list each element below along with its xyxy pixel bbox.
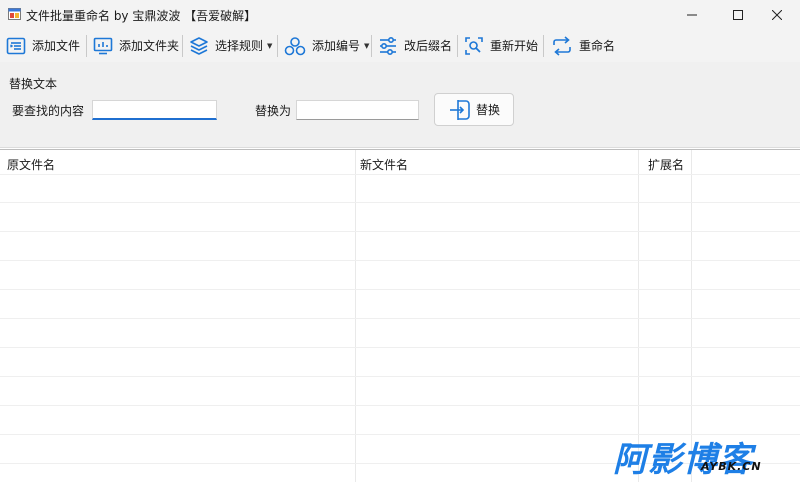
add-file-icon (6, 37, 26, 54)
column-original-name[interactable]: 原文件名 (7, 156, 55, 173)
row-divider (0, 318, 800, 319)
row-divider (0, 174, 800, 175)
maximize-icon (733, 9, 743, 20)
replace-button-label: 替换 (475, 103, 500, 117)
toolbar-separator (457, 35, 458, 57)
close-icon (772, 9, 782, 20)
column-extension[interactable]: 扩展名 (648, 156, 684, 173)
toolbar-separator (86, 35, 87, 57)
app-icon (8, 8, 21, 20)
rename-label: 重命名 (579, 39, 616, 53)
circles-icon (284, 36, 306, 55)
add-folder-button[interactable]: 添加文件夹 (93, 31, 179, 60)
row-divider (0, 347, 800, 348)
toolbar: 添加文件 添加文件夹 选择规则 ▼ 添加编号 ▼ 改后缀名 重新开始 重命名 (0, 29, 800, 62)
replace-button[interactable]: 替换 (434, 93, 514, 126)
watermark: 阿影博客 AYBK.CN (605, 432, 795, 480)
replace-text-panel: 替换文本 要查找的内容 替换为 替换 (0, 62, 800, 148)
add-number-dropdown[interactable]: 添加编号 ▼ (284, 31, 369, 60)
restart-label: 重新开始 (490, 39, 539, 53)
change-extension-button[interactable]: 改后缀名 (378, 31, 452, 60)
row-divider (0, 376, 800, 377)
toolbar-separator (371, 35, 372, 57)
toolbar-separator (543, 35, 544, 57)
minimize-button[interactable] (669, 0, 715, 29)
minimize-icon (687, 14, 697, 15)
select-rule-label: 选择规则 (215, 39, 264, 53)
toolbar-separator (182, 35, 183, 57)
title-bar: 文件批量重命名 by 宝鼎波波 【吾爱破解】 (0, 0, 800, 29)
rename-button[interactable]: 重命名 (551, 31, 615, 60)
sliders-icon (380, 36, 396, 55)
scan-search-icon (465, 36, 483, 55)
toolbar-separator (277, 35, 278, 57)
replace-label: 替换为 (255, 104, 292, 118)
restart-button[interactable]: 重新开始 (464, 31, 538, 60)
row-divider (0, 202, 800, 203)
replace-icon (449, 99, 470, 120)
row-divider (0, 260, 800, 261)
swap-arrows-icon (553, 35, 571, 56)
layers-icon (190, 36, 208, 55)
table-header: 原文件名 新文件名 扩展名 (0, 150, 800, 174)
watermark-domain: AYBK.CN (701, 460, 762, 473)
column-divider (355, 150, 356, 482)
select-rule-dropdown[interactable]: 选择规则 ▼ (189, 31, 272, 60)
chevron-down-icon: ▼ (267, 41, 273, 50)
row-divider (0, 405, 800, 406)
column-new-name[interactable]: 新文件名 (360, 156, 408, 173)
row-divider (0, 289, 800, 290)
find-label: 要查找的内容 (12, 104, 85, 118)
chart-folder-icon (93, 37, 113, 54)
change-extension-label: 改后缀名 (404, 39, 453, 53)
add-file-button[interactable]: 添加文件 (6, 31, 80, 60)
replace-input[interactable] (296, 100, 419, 120)
close-button[interactable] (754, 0, 800, 29)
group-title: 替换文本 (9, 77, 58, 91)
row-divider (0, 231, 800, 232)
add-number-label: 添加编号 (312, 39, 361, 53)
window-title: 文件批量重命名 by 宝鼎波波 【吾爱破解】 (26, 9, 257, 23)
add-folder-label: 添加文件夹 (119, 39, 180, 53)
add-file-label: 添加文件 (32, 39, 81, 53)
find-input[interactable] (92, 100, 217, 120)
chevron-down-icon: ▼ (364, 41, 370, 50)
watermark-logo-text: 阿影博客 (613, 440, 753, 480)
